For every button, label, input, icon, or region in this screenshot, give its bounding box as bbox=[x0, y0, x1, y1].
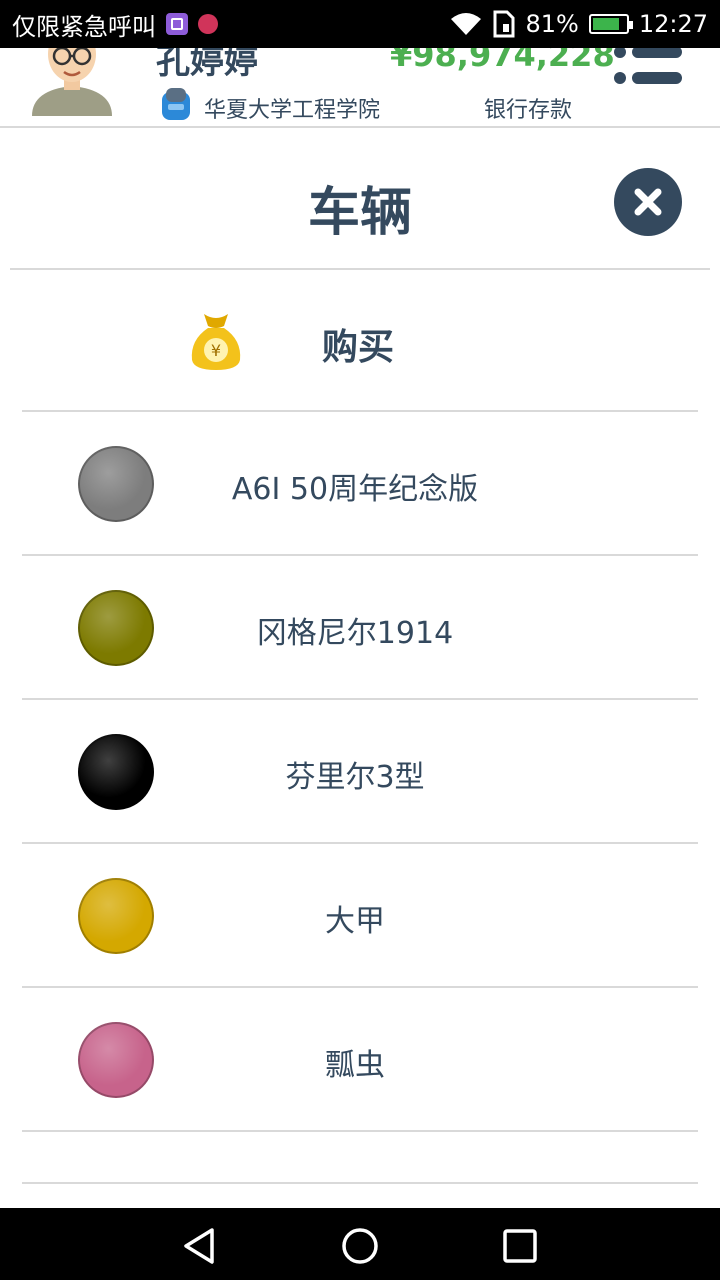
vehicle-name: 冈格尼尔1914 bbox=[256, 616, 454, 651]
money-bag-icon: ¥ bbox=[191, 314, 241, 370]
list-divider bbox=[22, 1132, 698, 1184]
school-bag-icon bbox=[162, 88, 190, 120]
bank-label: 银行存款 bbox=[484, 98, 573, 123]
player-name: 孔婷婷 bbox=[156, 48, 258, 82]
money-amount: ¥98,974,228 bbox=[390, 48, 615, 74]
buy-label: 购买 bbox=[322, 327, 395, 368]
app-notification-icon bbox=[198, 14, 218, 34]
close-button[interactable] bbox=[614, 168, 682, 236]
vehicle-list: ¥ 购买 A6I 50周年纪念版 冈格尼尔1914 芬里尔3型 大甲 瓢虫 bbox=[22, 270, 698, 1184]
gallery-icon bbox=[166, 13, 188, 35]
dialog-title: 车辆 bbox=[307, 183, 412, 243]
battery-percent: 81% bbox=[525, 10, 579, 38]
car-color-swatch bbox=[78, 590, 154, 666]
menu-list-icon[interactable] bbox=[612, 48, 684, 92]
vehicle-name: 瓢虫 bbox=[325, 1048, 385, 1083]
clock: 12:27 bbox=[638, 10, 708, 38]
buy-button[interactable]: ¥ 购买 bbox=[22, 270, 698, 412]
car-color-swatch bbox=[78, 734, 154, 810]
home-icon[interactable] bbox=[340, 1226, 380, 1266]
vehicle-row[interactable]: 芬里尔3型 bbox=[22, 700, 698, 844]
vehicle-row[interactable]: A6I 50周年纪念版 bbox=[22, 412, 698, 556]
svg-text:¥: ¥ bbox=[211, 341, 221, 360]
vehicle-row[interactable]: 大甲 bbox=[22, 844, 698, 988]
vehicle-name: 芬里尔3型 bbox=[285, 760, 425, 795]
car-color-swatch bbox=[78, 1022, 154, 1098]
avatar[interactable] bbox=[30, 48, 114, 116]
vehicle-name: A6I 50周年纪念版 bbox=[231, 472, 479, 507]
sim-icon bbox=[493, 10, 515, 38]
system-nav-bar bbox=[0, 1208, 720, 1280]
player-header: 孔婷婷 ¥98,974,228 华夏大学工程学院 银行存款 bbox=[0, 48, 720, 128]
recents-icon[interactable] bbox=[500, 1226, 540, 1266]
dialog-header: 车辆 bbox=[10, 130, 710, 270]
status-bar: 仅限紧急呼叫 81% 12:27 bbox=[0, 0, 720, 48]
vehicle-row[interactable]: 瓢虫 bbox=[22, 988, 698, 1132]
battery-icon bbox=[588, 14, 633, 34]
school-name: 华夏大学工程学院 bbox=[204, 98, 381, 123]
vehicle-row[interactable]: 冈格尼尔1914 bbox=[22, 556, 698, 700]
wifi-icon bbox=[451, 13, 482, 35]
car-color-swatch bbox=[78, 878, 154, 954]
close-icon bbox=[634, 188, 662, 216]
car-color-swatch bbox=[78, 446, 154, 522]
carrier-text: 仅限紧急呼叫 bbox=[12, 12, 156, 41]
back-icon[interactable] bbox=[180, 1226, 220, 1266]
vehicle-name: 大甲 bbox=[325, 904, 385, 939]
